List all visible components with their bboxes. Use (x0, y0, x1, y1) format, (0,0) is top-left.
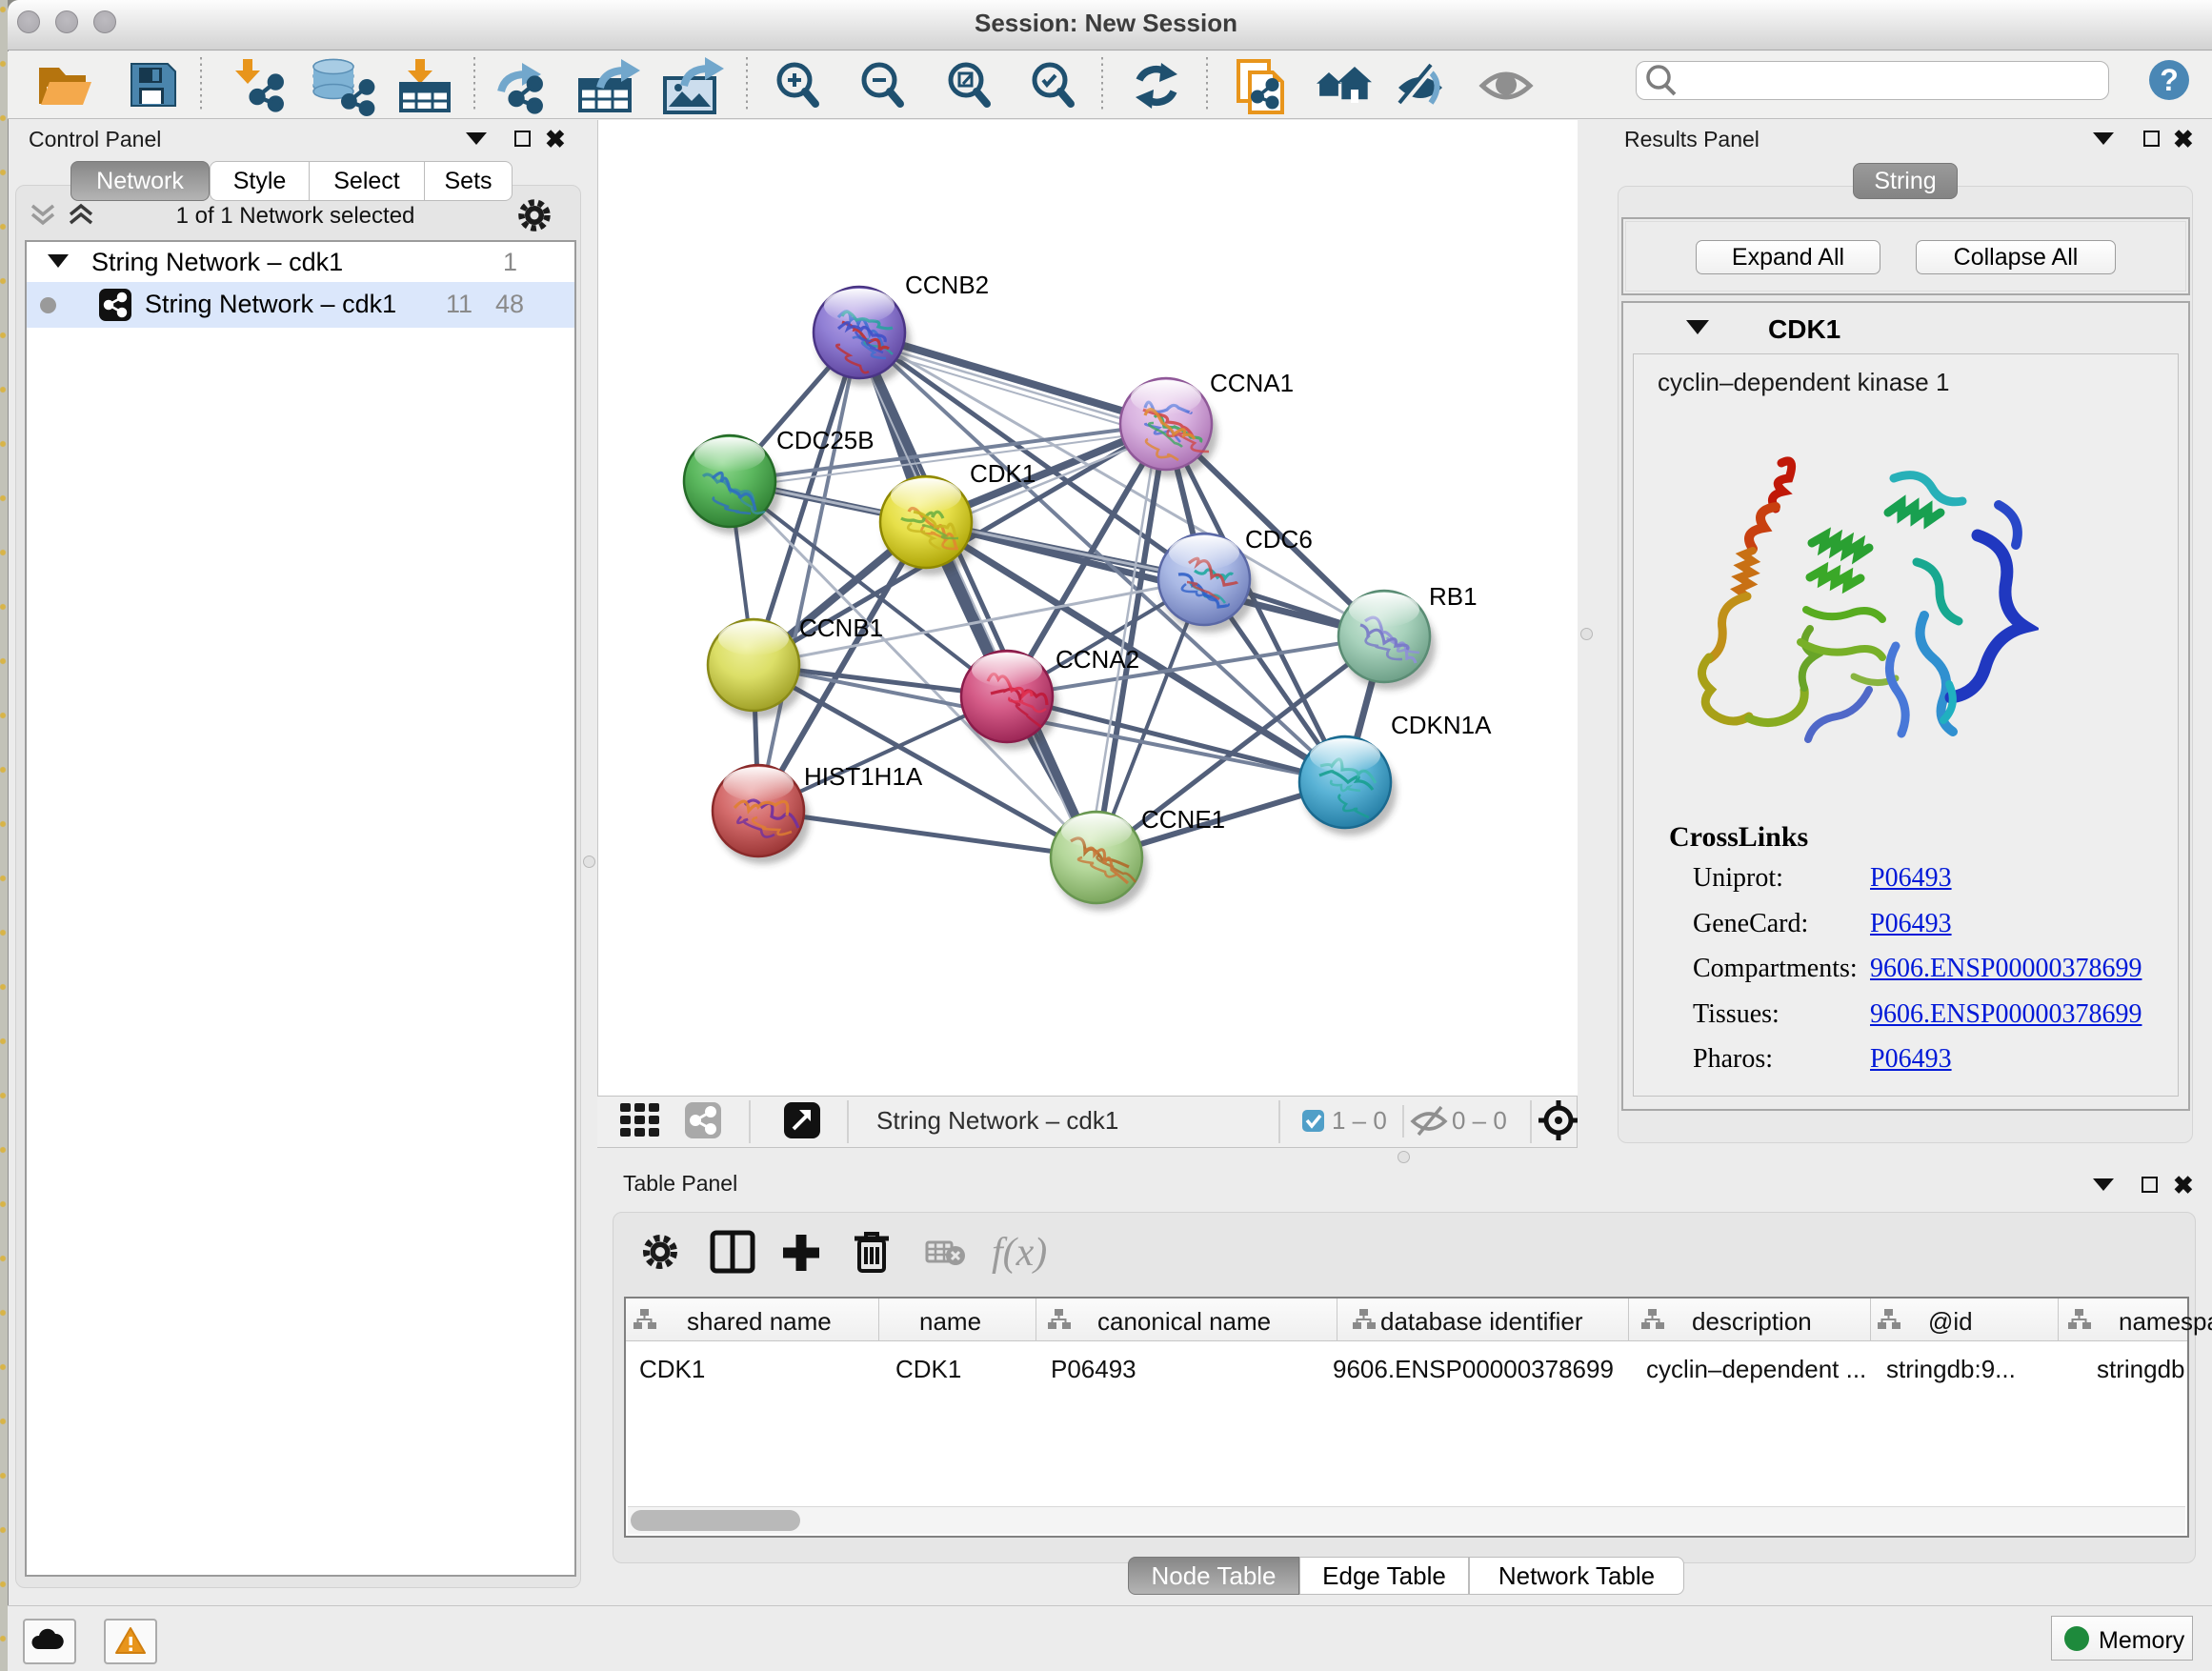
svg-text:RB1: RB1 (1429, 582, 1478, 611)
svg-text:0 – 0: 0 – 0 (1452, 1106, 1507, 1135)
svg-text:f(x): f(x) (992, 1231, 1047, 1275)
svg-text:?: ? (2160, 63, 2179, 97)
svg-text:CCNB1: CCNB1 (799, 614, 883, 642)
svg-text:CDKN1A: CDKN1A (1391, 711, 1492, 739)
svg-text:CDC25B: CDC25B (776, 426, 875, 454)
svg-text:1 – 0: 1 – 0 (1332, 1106, 1387, 1135)
svg-text:CCNE1: CCNE1 (1141, 805, 1225, 834)
svg-text:CDK1: CDK1 (970, 459, 1036, 488)
svg-text:HIST1H1A: HIST1H1A (804, 762, 923, 791)
svg-text:CCNA2: CCNA2 (1056, 645, 1139, 674)
svg-text:CCNB2: CCNB2 (905, 271, 989, 299)
svg-text:CCNA1: CCNA1 (1210, 369, 1294, 397)
svg-text:CDC6: CDC6 (1245, 525, 1313, 554)
svg-text:String Network – cdk1: String Network – cdk1 (876, 1106, 1118, 1135)
